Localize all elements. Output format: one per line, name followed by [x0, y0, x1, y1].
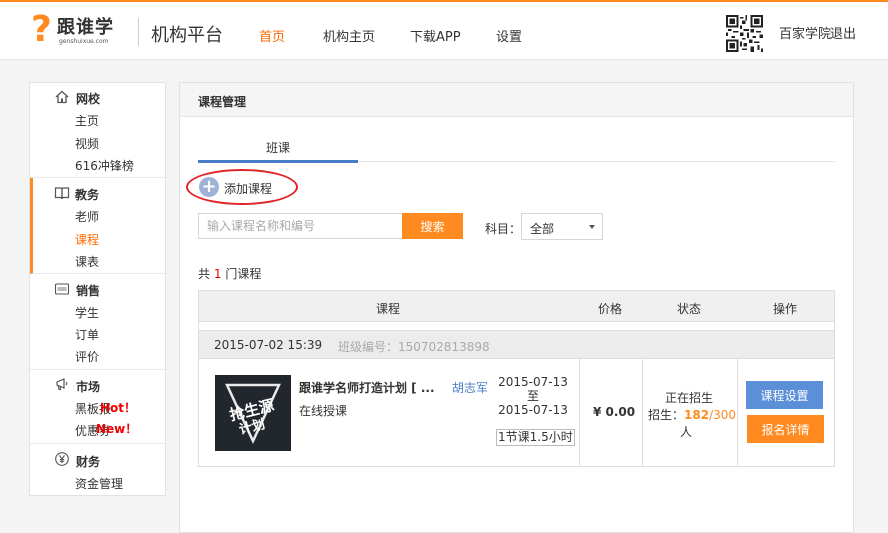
- tab-underline-divider: [358, 161, 835, 162]
- class-code: 班级编号：150702813898: [338, 340, 490, 354]
- hot-badge: Hot！: [100, 401, 137, 415]
- sidebar-item-orders[interactable]: 订单: [75, 326, 99, 343]
- user-name[interactable]: 百家学院: [779, 23, 831, 42]
- course-type: 在线授课: [299, 404, 348, 418]
- column-header-course: 课程: [376, 302, 401, 316]
- panel-header: 课程管理: [180, 83, 853, 117]
- header-divider: [138, 18, 139, 46]
- subject-select[interactable]: 全部: [521, 213, 603, 240]
- enroll-current: 182: [684, 408, 710, 422]
- sidebar-item-schedule[interactable]: 课表: [75, 253, 99, 270]
- yen-icon: [54, 451, 70, 467]
- course-count-suffix: 门课程: [225, 267, 262, 281]
- platform-title: 机构平台: [151, 25, 223, 46]
- sidebar-item-reviews[interactable]: 评价: [75, 348, 99, 365]
- column-header-price: 价格: [598, 302, 623, 316]
- home-icon: [54, 89, 70, 105]
- plus-icon: +: [199, 177, 219, 197]
- course-count: 共 1 门课程: [198, 265, 261, 282]
- class-group-row: 2015-07-02 15:39 班级编号：150702813898: [199, 330, 834, 359]
- course-date-separator: 至: [526, 389, 539, 403]
- class-created-time: 2015-07-02 15:39: [214, 338, 323, 352]
- enroll-status: 正在招生: [665, 391, 714, 405]
- nav-settings[interactable]: 设置: [496, 26, 522, 45]
- add-course-label: 添加课程: [224, 182, 273, 196]
- book-icon: [54, 185, 70, 201]
- sidebar-item-course[interactable]: 课程: [75, 231, 99, 248]
- search-button[interactable]: 搜索: [402, 213, 463, 239]
- site-logo[interactable]: ? 跟谁学 genshuixue.com: [31, 11, 131, 49]
- enroll-count: 招生：182/300: [648, 406, 736, 423]
- course-date-range: 2015-07-13 至 2015-07-13: [495, 375, 571, 417]
- nav-download-app[interactable]: 下载APP: [410, 26, 461, 45]
- sidebar-heading-finance: 财务: [76, 455, 101, 469]
- logo-domain-text: genshuixue.com: [59, 38, 109, 45]
- course-search-input[interactable]: [198, 213, 403, 239]
- sidebar-heading-academic: 教务: [75, 188, 100, 202]
- panel-title: 课程管理: [198, 95, 247, 109]
- enroll-unit: 人: [680, 425, 693, 439]
- enroll-label: 招生：: [648, 408, 685, 422]
- sidebar-group-market: 市场 黑板报 Hot！ 优惠券 New！: [30, 370, 165, 444]
- tab-label: 班课: [265, 141, 290, 155]
- logo-question-mark: ?: [31, 9, 52, 50]
- course-date-end: 2015-07-13: [498, 403, 568, 417]
- enroll-capacity: 300: [713, 408, 737, 422]
- sidebar-item-students[interactable]: 学生: [75, 304, 99, 321]
- caret-down-icon: [589, 225, 595, 229]
- teacher-link[interactable]: 胡志军: [452, 379, 488, 396]
- course-count-prefix: 共: [198, 267, 211, 281]
- column-divider: [642, 359, 643, 466]
- subject-select-value: 全部: [530, 222, 555, 236]
- course-count-number: 1: [213, 267, 222, 281]
- column-header-actions: 操作: [773, 302, 798, 316]
- table-row: 抢生源 计划 跟谁学名师打造计划 [ ... 胡志军 在线授课 2015-07-…: [199, 359, 834, 466]
- sidebar-item-home[interactable]: 主页: [75, 112, 99, 129]
- qr-code-icon[interactable]: [726, 15, 763, 52]
- sidebar-heading-school: 网校: [76, 92, 101, 106]
- sidebar-item-funds[interactable]: 资金管理: [75, 475, 123, 492]
- nav-org-home[interactable]: 机构主页: [323, 26, 375, 45]
- sidebar-item-teacher[interactable]: 老师: [75, 208, 99, 225]
- course-thumbnail[interactable]: 抢生源 计划: [215, 375, 291, 451]
- sidebar-group-academic: 教务 老师 课程 课表: [30, 178, 165, 274]
- sidebar-heading-market: 市场: [76, 380, 101, 394]
- sidebar-group-finance: 财务 资金管理: [30, 444, 165, 495]
- megaphone-icon: [54, 376, 70, 392]
- column-divider: [737, 359, 738, 466]
- sidebar-group-sales: 销售 学生 订单 评价: [30, 274, 165, 370]
- sale-icon: [54, 281, 70, 297]
- sidebar-heading-sales: 销售: [76, 284, 101, 298]
- course-name-link[interactable]: 跟谁学名师打造计划 [ ...: [299, 379, 435, 396]
- column-divider: [579, 359, 580, 466]
- nav-home[interactable]: 首页: [259, 26, 285, 45]
- sidebar: 网校 主页 视频 616冲锋榜 教务 老师 课程 课表 销售 学生 订单 评价 …: [29, 82, 166, 496]
- course-table: 课程 价格 状态 操作 2015-07-02 15:39 班级编号：150702…: [198, 290, 835, 467]
- new-badge: New！: [96, 422, 138, 436]
- top-header: ? 跟谁学 genshuixue.com 机构平台 首页 机构主页 下载APP …: [0, 0, 888, 60]
- subject-label: 科目：: [485, 222, 522, 236]
- sidebar-item-video[interactable]: 视频: [75, 135, 99, 152]
- course-settings-button[interactable]: 课程设置: [746, 381, 823, 409]
- sidebar-group-school: 网校 主页 视频 616冲锋榜: [30, 83, 165, 178]
- course-price: ¥ 0.00: [593, 405, 636, 419]
- logout-link[interactable]: 退出: [830, 23, 856, 42]
- course-date-start: 2015-07-13: [498, 375, 568, 389]
- course-duration-tag: 1节课1.5小时: [496, 429, 575, 446]
- sidebar-item-616-ranking[interactable]: 616冲锋榜: [75, 157, 134, 174]
- tab-class-course[interactable]: 班课: [198, 139, 358, 163]
- column-header-status: 状态: [677, 302, 702, 316]
- table-header: 课程 价格 状态 操作: [199, 291, 834, 322]
- logo-brand-text: 跟谁学: [57, 17, 114, 38]
- enroll-details-button[interactable]: 报名详情: [747, 415, 824, 443]
- course-management-panel: 课程管理 班课 + 添加课程 搜索 科目： 全部 共 1 门课程 课程 价格 状…: [179, 82, 854, 533]
- add-course-button[interactable]: + 添加课程: [186, 169, 298, 205]
